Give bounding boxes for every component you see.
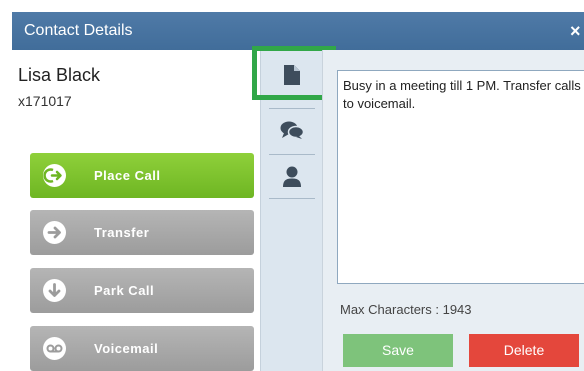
max-characters-label: Max Characters : 1943 [340,302,472,317]
place-call-icon [43,164,66,187]
tab-profile[interactable] [261,158,323,198]
transfer-label: Transfer [94,225,150,240]
notes-pane: Busy in a meeting till 1 PM. Transfer ca… [322,50,584,371]
contact-extension: x171017 [18,93,72,109]
voicemail-button[interactable]: Voicemail [30,326,254,371]
person-icon [282,166,302,193]
contact-name: Lisa Black [18,65,101,85]
contact-details-dialog: Contact Details × Lisa Black x171017 Pla… [12,12,584,371]
chat-bubbles-icon [280,120,305,145]
save-button[interactable]: Save [343,334,453,367]
close-icon[interactable]: × [570,12,581,50]
park-call-button[interactable]: Park Call [30,268,254,313]
voicemail-label: Voicemail [94,341,159,356]
tab-divider [269,154,315,155]
transfer-button[interactable]: Transfer [30,210,254,255]
contact-pane: Lisa Black x171017 Place Call Transfer P… [12,50,260,371]
tab-divider [269,108,315,109]
note-textarea[interactable]: Busy in a meeting till 1 PM. Transfer ca… [337,70,584,284]
tab-divider [269,198,315,199]
title-bar: Contact Details × [12,12,584,50]
place-call-label: Place Call [94,168,161,183]
dialog-title: Contact Details [24,22,133,39]
arrow-down-icon [43,279,66,302]
tab-chat[interactable] [261,110,323,150]
delete-button[interactable]: Delete [469,334,579,367]
voicemail-icon [43,337,66,360]
park-call-label: Park Call [94,283,155,298]
arrow-right-icon [43,221,66,244]
place-call-button[interactable]: Place Call [30,153,254,198]
